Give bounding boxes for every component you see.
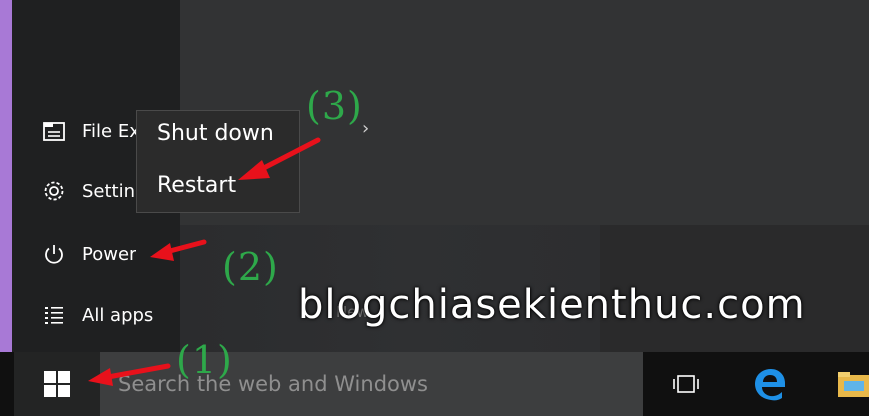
arrow-to-start xyxy=(88,363,171,386)
annotation-arrows xyxy=(88,137,321,386)
step-2-label: (2) xyxy=(222,245,279,289)
step-1-label: (1) xyxy=(176,338,233,382)
arrow-to-power xyxy=(150,239,207,261)
arrow-to-restart xyxy=(238,137,321,180)
step-3-label: (3) xyxy=(306,84,363,128)
